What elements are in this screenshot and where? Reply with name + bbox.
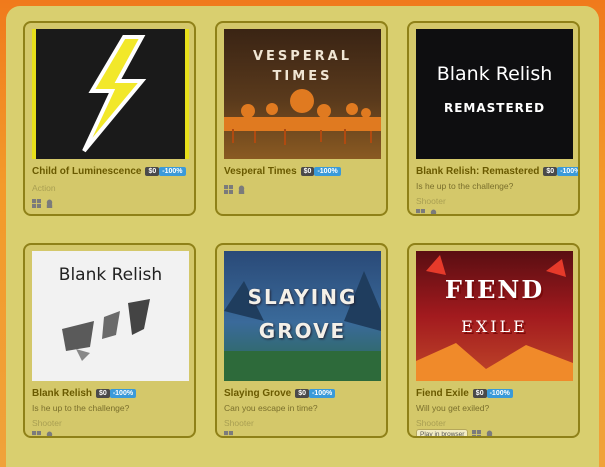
- game-thumbnail[interactable]: Blank Relish: [32, 251, 189, 381]
- thumb-subtitle: EXILE: [461, 317, 528, 336]
- thumb-title: SLAYING: [247, 285, 358, 309]
- game-thumbnail[interactable]: FIEND EXILE: [416, 251, 573, 381]
- game-genre: Shooter: [416, 196, 446, 206]
- game-title[interactable]: Vesperal Times: [224, 166, 297, 177]
- platform-icons: [32, 431, 54, 436]
- game-card[interactable]: FIEND EXILE Fiend Exile $0 -100% Will yo…: [407, 243, 580, 438]
- discount-badge: -100%: [309, 389, 336, 398]
- platform-icons: [224, 185, 246, 194]
- game-thumbnail[interactable]: Blank Relish REMASTERED: [416, 29, 573, 159]
- discount-badge: -100%: [159, 167, 186, 176]
- game-title[interactable]: Blank Relish: [32, 388, 92, 399]
- game-grid-panel: Child of Luminescence $0 -100% Action VE…: [6, 6, 599, 467]
- thumb-subtitle: REMASTERED: [443, 101, 546, 115]
- windows-icon: [224, 431, 233, 436]
- game-genre: Shooter: [224, 418, 254, 428]
- game-card[interactable]: Blank Relish REMASTERED Blank Relish: Re…: [407, 21, 580, 216]
- debris-image: [62, 299, 150, 361]
- game-card[interactable]: SLAYING GROVE Slaying Grove $0 -100% Can…: [215, 243, 388, 438]
- thumb-title: FIEND: [444, 275, 545, 304]
- ruins-image: [224, 89, 381, 145]
- game-genre: Shooter: [32, 418, 62, 428]
- play-in-browser-button[interactable]: Play in browser: [416, 429, 469, 436]
- game-title[interactable]: Blank Relish: Remastered: [416, 166, 539, 177]
- game-thumbnail[interactable]: SLAYING GROVE: [224, 251, 381, 381]
- linux-icon: [46, 431, 53, 436]
- discount-badge: -100%: [557, 167, 578, 176]
- platform-icons: [224, 431, 233, 436]
- price-badge: $0: [295, 389, 310, 398]
- game-description: Is he up to the challenge?: [32, 403, 130, 413]
- forest-image: [224, 271, 381, 381]
- platform-icons: Play in browser: [416, 429, 494, 436]
- linux-icon: [487, 430, 493, 436]
- windows-icon: [32, 199, 41, 208]
- thumb-subtitle: GROVE: [258, 319, 347, 343]
- platform-icons: [416, 209, 438, 214]
- platform-icons: [32, 199, 54, 208]
- lightning-bolt-image: [32, 29, 189, 159]
- discount-badge: -100%: [109, 389, 137, 398]
- thumb-title: Blank Relish: [436, 63, 553, 85]
- discount-badge: -100%: [314, 167, 341, 176]
- game-genre: Shooter: [416, 418, 446, 428]
- windows-icon: [472, 430, 482, 436]
- game-title[interactable]: Slaying Grove: [224, 388, 291, 399]
- game-title[interactable]: Fiend Exile: [416, 388, 469, 399]
- windows-icon: [32, 431, 41, 436]
- game-title[interactable]: Child of Luminescence: [32, 166, 141, 177]
- windows-icon: [416, 209, 425, 214]
- linux-icon: [46, 199, 53, 208]
- game-description: Is he up to the challenge?: [416, 181, 514, 191]
- game-description: Will you get exiled?: [416, 403, 490, 413]
- game-card[interactable]: Blank Relish Blank Relish $0 -100% Is he…: [23, 243, 196, 438]
- price-badge: $0: [145, 167, 160, 176]
- linux-icon: [430, 209, 437, 214]
- game-description: Can you escape in time?: [224, 403, 318, 413]
- lava-image: [416, 255, 573, 381]
- price-badge: $0: [300, 167, 315, 176]
- price-badge: $0: [472, 389, 487, 398]
- game-genre: Action: [32, 183, 56, 193]
- game-card[interactable]: VESPERAL TIMES Vesperal Times $0 -100%: [215, 21, 388, 216]
- discount-badge: -100%: [486, 389, 513, 398]
- game-card[interactable]: Child of Luminescence $0 -100% Action: [23, 21, 196, 216]
- game-thumbnail[interactable]: [32, 29, 189, 159]
- linux-icon: [238, 185, 245, 194]
- windows-icon: [224, 185, 233, 194]
- game-thumbnail[interactable]: VESPERAL TIMES: [224, 29, 381, 159]
- price-badge: $0: [96, 389, 110, 398]
- price-badge: $0: [543, 167, 558, 176]
